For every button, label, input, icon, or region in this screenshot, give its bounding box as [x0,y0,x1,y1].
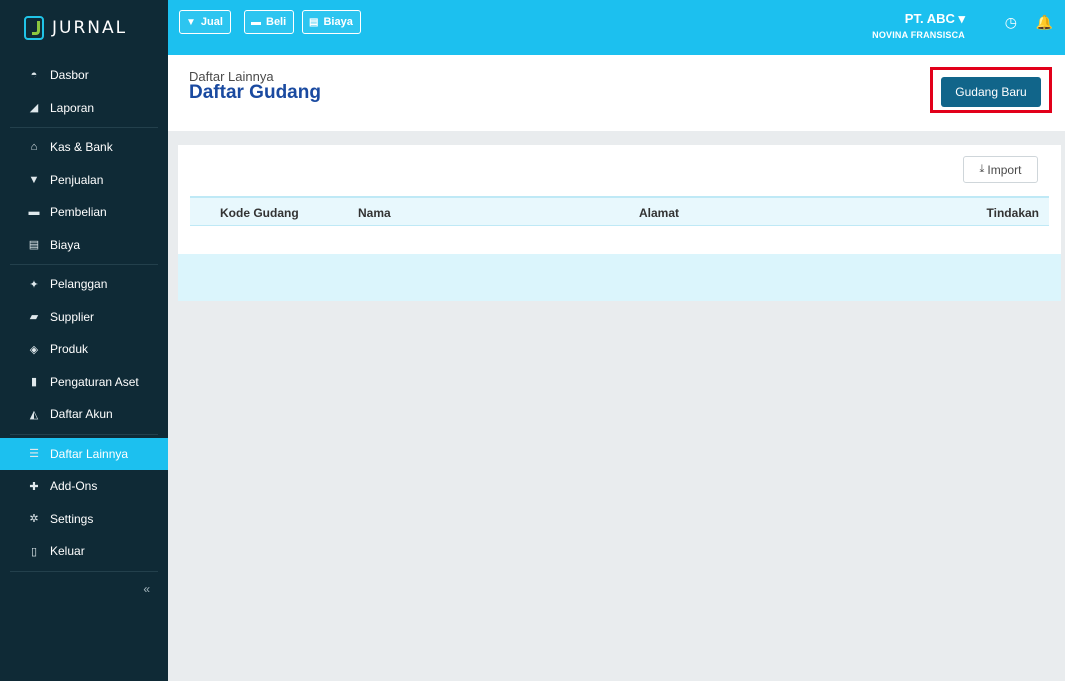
warehouse-list-panel: ⤓ Import Kode Gudang Nama Alamat Tindaka… [178,145,1061,301]
sidebar-item-label: Kas & Bank [50,140,113,155]
sidebar-item-label: Daftar Akun [50,407,113,422]
company-switcher[interactable]: PT. ABC ▾ NOVINA FRANSISCA [872,11,965,40]
door-icon: ▯ [30,545,38,558]
logo-text: JURNAL [52,18,128,38]
page-header: Daftar Lainnya Daftar Gudang Gudang Baru [168,55,1065,131]
sidebar-item-dasbor[interactable]: ◓ Dasbor [0,59,168,92]
import-label: Import [987,162,1022,177]
sidebar-item-daftar-lainnya[interactable]: ☰ Daftar Lainnya [0,437,168,470]
collapse-sidebar-button[interactable]: « [0,572,168,596]
sidebar-item-label: Supplier [50,309,95,324]
bank-icon: ⌂ [30,141,38,154]
list-icon: ☰ [29,448,39,461]
table-header: Kode Gudang Nama Alamat Tindakan [190,196,1049,226]
sidebar-item-pengaturan-aset[interactable]: ▮ Pengaturan Aset [0,366,168,399]
sidebar-group: ✦ Pelanggan ▰ Supplier ◈ Produk ▮ Pengaturan As… [10,265,158,435]
truck-icon: ▰ [29,311,39,324]
sidebar: JURNAL ◓ Dasbor ◢ Laporan ⌂ Kas & Bank ▼ Penjua… [0,0,168,681]
sidebar-item-supplier[interactable]: ▰ Supplier [0,301,168,334]
column-header-name[interactable]: Nama [358,206,391,220]
receipt-icon: ▤ [28,239,40,252]
quick-expense-label: Biaya [323,16,353,28]
sidebar-item-label: Pelanggan [50,277,108,292]
new-warehouse-button[interactable]: Gudang Baru [941,77,1041,107]
warehouse-table: Kode Gudang Nama Alamat Tindakan [190,196,1049,226]
sidebar-item-penjualan[interactable]: ▼ Penjualan [0,164,168,197]
sidebar-item-label: Add-Ons [50,479,98,494]
sidebar-group: ⌂ Kas & Bank ▼ Penjualan ▬ Pembelian ▤ Biaya [10,128,158,265]
dashboard-icon: ◓ [30,69,38,82]
sidebar-item-label: Dasbor [50,68,89,83]
asset-icon: ▮ [30,376,38,389]
user-name: NOVINA FRANSISCA [872,30,965,40]
sidebar-item-label: Biaya [50,237,81,252]
sidebar-item-kas-bank[interactable]: ⌂ Kas & Bank [0,131,168,164]
column-header-code[interactable]: Kode Gudang [220,206,299,220]
sidebar-item-biaya[interactable]: ▤ Biaya [0,229,168,262]
receipt-icon: ▤ [309,16,319,28]
tag-icon: ▼ [186,16,196,28]
page-title: Daftar Gudang [189,82,321,103]
box-icon: ◈ [29,343,39,356]
sidebar-item-produk[interactable]: ◈ Produk [0,333,168,366]
chart-icon: ◢ [29,102,39,115]
download-icon: ⤓ [979,163,985,175]
sidebar-item-label: Settings [50,511,94,526]
book-icon: ◭ [29,408,39,421]
users-icon: ✦ [29,278,39,291]
sidebar-item-label: Keluar [50,544,85,559]
sidebar-item-laporan[interactable]: ◢ Laporan [0,92,168,125]
gear-icon: ✲ [29,513,39,526]
sidebar-item-label: Produk [50,342,89,357]
clock-icon[interactable]: ◷ [1005,14,1017,31]
column-header-actions: Tindakan [986,206,1039,220]
sidebar-group: ◓ Dasbor ◢ Laporan [10,56,158,128]
card-icon: ▬ [28,206,40,219]
top-bar: ▼ Jual ▬ Beli ▤ Biaya PT. ABC ▾ NOVINA F… [168,0,1065,55]
import-button[interactable]: ⤓ Import [963,156,1038,183]
company-name: PT. ABC ▾ [904,11,965,26]
sidebar-item-pelanggan[interactable]: ✦ Pelanggan [0,268,168,301]
logo-icon [24,16,44,40]
quick-buy-button[interactable]: ▬ Beli [244,10,295,34]
sidebar-item-settings[interactable]: ✲ Settings [0,503,168,536]
sidebar-item-keluar[interactable]: ▯ Keluar [0,535,168,568]
sidebar-item-label: Pengaturan Aset [50,374,139,389]
card-icon: ▬ [251,16,261,28]
sidebar-item-label: Daftar Lainnya [50,446,129,461]
sidebar-item-label: Penjualan [50,172,104,187]
sidebar-item-label: Laporan [50,100,95,115]
sidebar-group: ☰ Daftar Lainnya ✚ Add-Ons ✲ Settings ▯ Keluar [0,435,168,572]
bell-icon[interactable]: 🔔 [1036,14,1053,31]
table-footer [178,254,1061,301]
quick-expense-button[interactable]: ▤ Biaya [302,10,361,34]
column-header-address[interactable]: Alamat [639,206,679,220]
sidebar-item-add-ons[interactable]: ✚ Add-Ons [0,470,168,503]
tag-icon: ▼ [28,173,40,186]
app-logo[interactable]: JURNAL [0,0,168,56]
quick-buy-label: Beli [266,16,287,28]
sidebar-item-daftar-akun[interactable]: ◭ Daftar Akun [0,398,168,431]
quick-sell-label: Jual [200,16,223,28]
sidebar-item-label: Pembelian [50,205,107,220]
sidebar-item-pembelian[interactable]: ▬ Pembelian [0,196,168,229]
quick-sell-button[interactable]: ▼ Jual [179,10,231,34]
puzzle-icon: ✚ [29,480,39,493]
